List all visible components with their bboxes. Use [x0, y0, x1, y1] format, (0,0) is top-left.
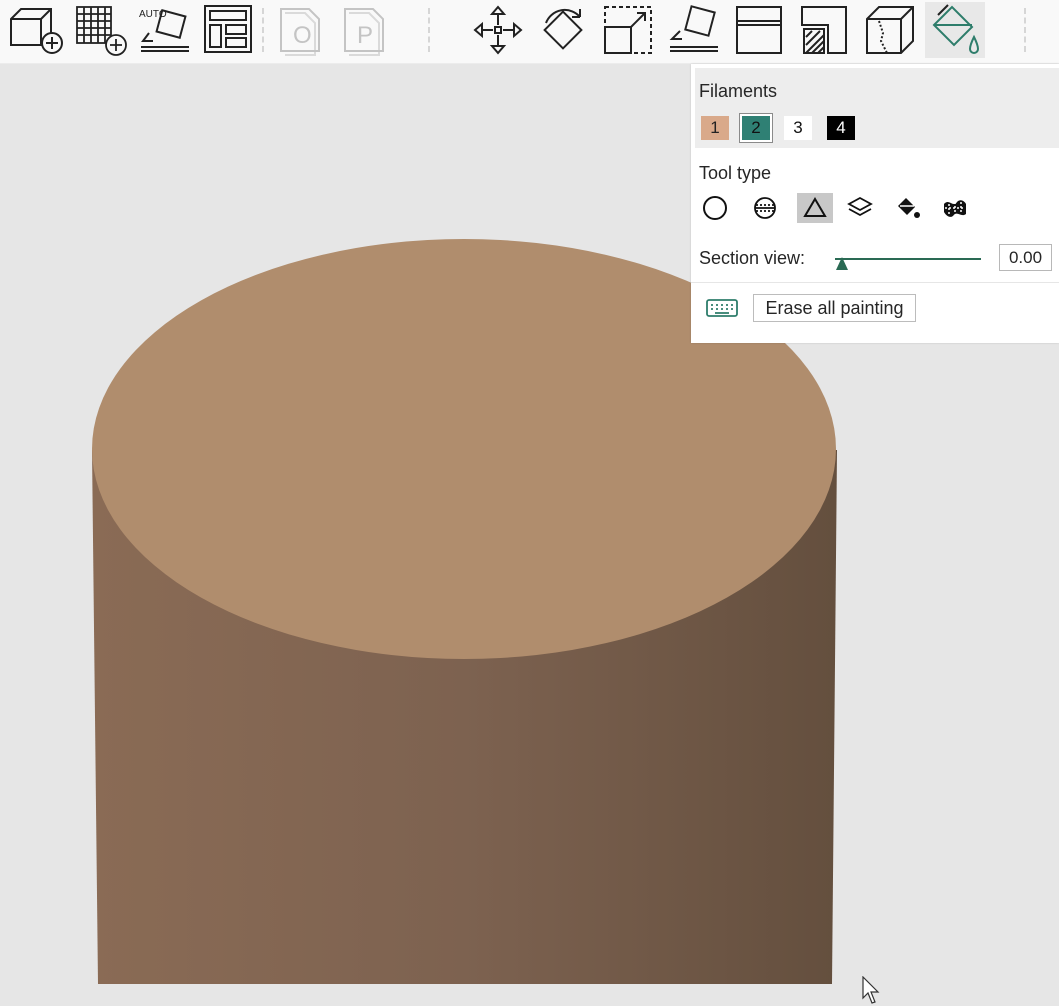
tool-type-title: Tool type — [699, 163, 772, 183]
filament-swatch-1[interactable]: 1 — [701, 116, 729, 140]
move-arrows-icon — [473, 5, 523, 55]
auto-orient-icon: AUTO — [139, 9, 189, 52]
cube-plus-icon — [10, 8, 63, 54]
seam-paint-icon — [866, 6, 914, 54]
panel-divider — [691, 282, 1059, 283]
color-paint-button[interactable] — [925, 2, 985, 58]
tool-gap-fill-button[interactable] — [937, 193, 973, 223]
layers-icon — [847, 196, 873, 217]
rotate-icon — [543, 8, 583, 50]
support-paint-button[interactable] — [797, 2, 853, 58]
lay-on-face-button[interactable] — [665, 2, 721, 58]
sheet-p-icon: P — [344, 8, 384, 56]
filament-label-4: 4 — [836, 118, 846, 137]
sphere-icon — [754, 197, 776, 219]
svg-text:O: O — [293, 22, 312, 49]
circle-icon — [703, 196, 727, 220]
place-on-face-icon — [669, 5, 718, 52]
filament-label-3: 3 — [793, 118, 803, 137]
scale-button[interactable] — [600, 2, 656, 58]
layout-icon — [204, 5, 252, 53]
gap-fill-icon — [944, 200, 966, 217]
filaments-title: Filaments — [699, 81, 778, 101]
paint-bucket-icon — [932, 4, 980, 54]
filament-swatch-2[interactable]: 2 — [742, 116, 770, 140]
seam-paint-button[interactable] — [862, 2, 918, 58]
add-object-button[interactable] — [8, 2, 64, 58]
tool-triangle-button[interactable] — [797, 193, 833, 223]
rotate-button[interactable] — [535, 2, 591, 58]
fill-bucket-icon — [898, 198, 920, 218]
cut-icon — [736, 6, 782, 54]
filament-swatch-4[interactable]: 4 — [827, 116, 855, 140]
sheet-o-icon: O — [280, 8, 320, 56]
tool-sphere-button[interactable] — [747, 193, 783, 223]
filament-label-1: 1 — [710, 118, 720, 137]
filament-swatch-3[interactable]: 3 — [784, 116, 812, 140]
color-paint-panel: Filaments 1 2 3 4 Tool type Section view… — [691, 64, 1059, 343]
scale-icon — [604, 6, 652, 54]
cut-button[interactable] — [730, 2, 786, 58]
keyboard-shortcuts-icon[interactable] — [706, 297, 738, 319]
tool-height-range-button[interactable] — [842, 193, 878, 223]
arrange-button[interactable] — [201, 2, 257, 58]
grid-plus-icon — [76, 6, 127, 56]
object-sheet-button[interactable]: O — [274, 2, 330, 58]
svg-text:P: P — [357, 22, 373, 49]
support-paint-icon — [801, 6, 847, 54]
section-view-label: Section view: — [699, 248, 806, 268]
filament-label-2: 2 — [751, 118, 761, 137]
triangle-icon — [803, 197, 827, 217]
section-view-value-field[interactable]: 0.00 — [999, 244, 1052, 271]
tool-fill-button[interactable] — [889, 193, 925, 223]
top-toolbar: AUTO O P — [0, 0, 1059, 64]
plate-sheet-button[interactable]: P — [338, 2, 394, 58]
mouse-cursor-icon — [862, 976, 880, 1004]
erase-all-painting-button[interactable]: Erase all painting — [753, 294, 916, 322]
move-button[interactable] — [470, 2, 526, 58]
section-view-slider-thumb[interactable] — [836, 257, 848, 270]
section-view-slider[interactable] — [835, 258, 981, 260]
tool-circle-button[interactable] — [697, 193, 733, 223]
add-plate-button[interactable] — [73, 2, 129, 58]
auto-orient-button[interactable]: AUTO — [136, 2, 192, 58]
